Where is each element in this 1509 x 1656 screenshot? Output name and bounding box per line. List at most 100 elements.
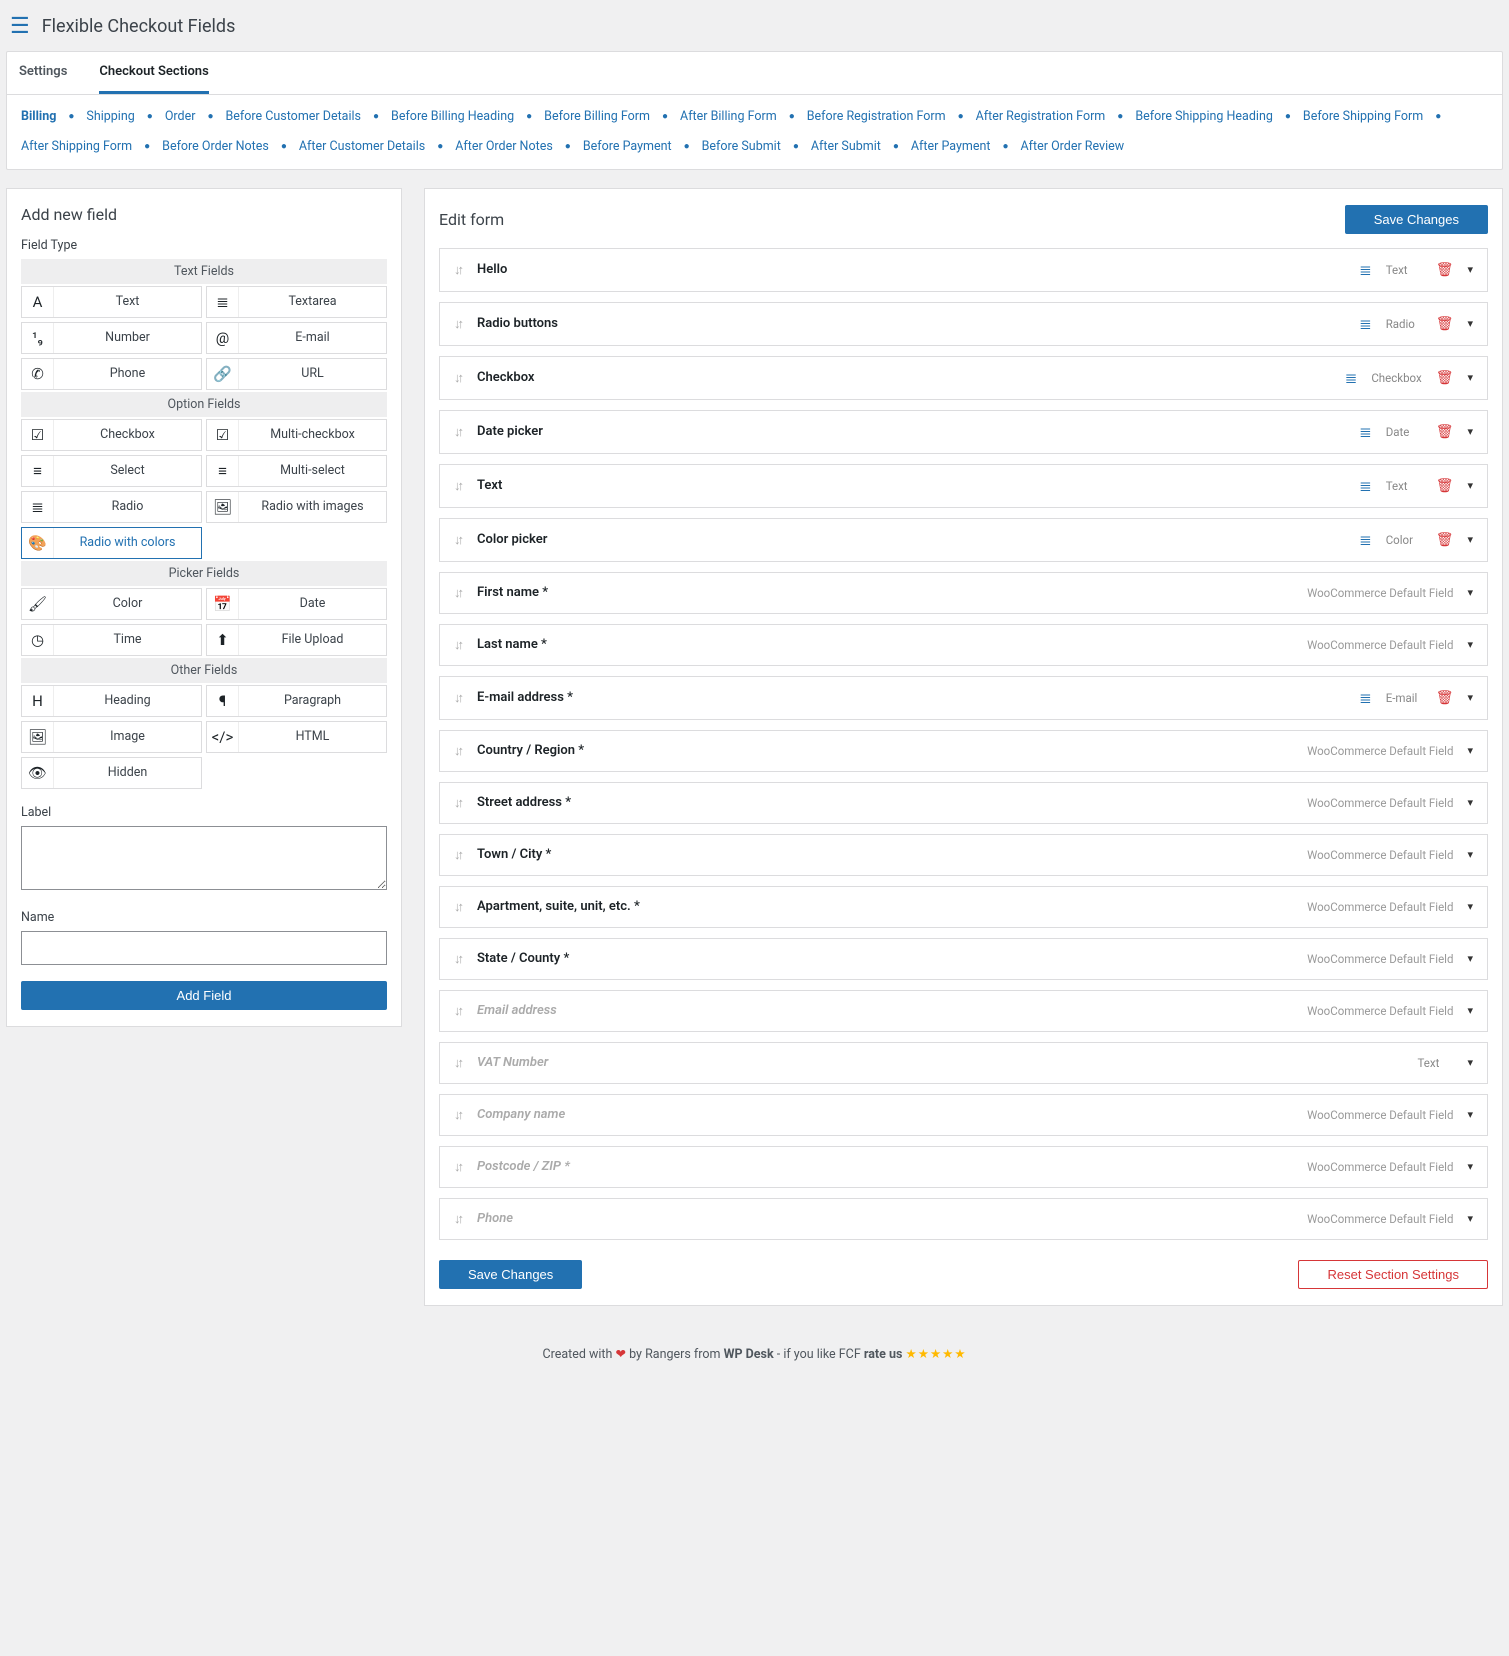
field-row[interactable]: ↓↑Country / Region *WooCommerce Default …: [439, 730, 1488, 772]
field-type-checkbox[interactable]: ☑Checkbox: [21, 419, 202, 451]
trash-icon[interactable]: 🗑: [1436, 532, 1454, 548]
sort-handle-icon[interactable]: ↓↑: [454, 795, 461, 811]
sort-handle-icon[interactable]: ↓↑: [454, 743, 461, 759]
section-link[interactable]: Before Customer Details: [226, 105, 362, 129]
section-link[interactable]: After Payment: [911, 135, 991, 159]
section-link[interactable]: Billing: [21, 105, 56, 129]
field-row[interactable]: ↓↑Postcode / ZIP *WooCommerce Default Fi…: [439, 1146, 1488, 1188]
section-link[interactable]: Before Shipping Heading: [1135, 105, 1273, 129]
sort-handle-icon[interactable]: ↓↑: [454, 532, 461, 548]
section-link[interactable]: Before Order Notes: [162, 135, 269, 159]
field-type-url[interactable]: 🔗URL: [206, 358, 387, 390]
field-type-select[interactable]: ≡Select: [21, 455, 202, 487]
section-link[interactable]: Shipping: [86, 105, 134, 129]
section-link[interactable]: Before Submit: [702, 135, 781, 159]
section-link[interactable]: Before Shipping Form: [1303, 105, 1423, 129]
section-link[interactable]: After Billing Form: [680, 105, 777, 129]
trash-icon[interactable]: 🗑: [1436, 690, 1454, 706]
field-row[interactable]: ↓↑Color picker≣Color🗑▾: [439, 518, 1488, 562]
section-link[interactable]: Before Payment: [583, 135, 672, 159]
sort-handle-icon[interactable]: ↓↑: [454, 637, 461, 653]
chevron-down-icon[interactable]: ▾: [1467, 1212, 1473, 1225]
field-type-heading[interactable]: HHeading: [21, 685, 202, 717]
section-link[interactable]: Before Billing Form: [544, 105, 650, 129]
tab-settings[interactable]: Settings: [19, 52, 67, 94]
field-row[interactable]: ↓↑Text≣Text🗑▾: [439, 464, 1488, 508]
field-row[interactable]: ↓↑State / County *WooCommerce Default Fi…: [439, 938, 1488, 980]
chevron-down-icon[interactable]: ▾: [1467, 744, 1473, 757]
field-type-time[interactable]: ◷Time: [21, 624, 202, 656]
chevron-down-icon[interactable]: ▾: [1467, 1160, 1473, 1173]
field-row[interactable]: ↓↑Radio buttons≣Radio🗑▾: [439, 302, 1488, 346]
chevron-down-icon[interactable]: ▾: [1467, 1004, 1473, 1017]
field-type-date[interactable]: 📅Date: [206, 588, 387, 620]
field-row[interactable]: ↓↑Company nameWooCommerce Default Field▾: [439, 1094, 1488, 1136]
sort-handle-icon[interactable]: ↓↑: [454, 847, 461, 863]
field-row[interactable]: ↓↑Date picker≣Date🗑▾: [439, 410, 1488, 454]
field-row[interactable]: ↓↑Hello≣Text🗑▾: [439, 248, 1488, 292]
trash-icon[interactable]: 🗑: [1436, 370, 1454, 386]
chevron-down-icon[interactable]: ▾: [1467, 586, 1473, 599]
sort-handle-icon[interactable]: ↓↑: [454, 585, 461, 601]
chevron-down-icon[interactable]: ▾: [1467, 533, 1473, 546]
field-type-radio-colors[interactable]: 🎨Radio with colors: [21, 527, 202, 559]
field-row[interactable]: ↓↑Email addressWooCommerce Default Field…: [439, 990, 1488, 1032]
section-link[interactable]: After Registration Form: [976, 105, 1106, 129]
field-type-paragraph[interactable]: ¶Paragraph: [206, 685, 387, 717]
sort-handle-icon[interactable]: ↓↑: [454, 899, 461, 915]
field-type-phone[interactable]: ✆Phone: [21, 358, 202, 390]
sort-handle-icon[interactable]: ↓↑: [454, 1159, 461, 1175]
section-link[interactable]: Order: [165, 105, 196, 129]
trash-icon[interactable]: 🗑: [1436, 262, 1454, 278]
field-row[interactable]: ↓↑First name *WooCommerce Default Field▾: [439, 572, 1488, 614]
trash-icon[interactable]: 🗑: [1436, 478, 1454, 494]
field-type-radio[interactable]: ≣Radio: [21, 491, 202, 523]
field-row[interactable]: ↓↑PhoneWooCommerce Default Field▾: [439, 1198, 1488, 1240]
sort-handle-icon[interactable]: ↓↑: [454, 1055, 461, 1071]
field-row[interactable]: ↓↑E-mail address *≣E-mail🗑▾: [439, 676, 1488, 720]
chevron-down-icon[interactable]: ▾: [1467, 952, 1473, 965]
field-type-hidden[interactable]: 👁Hidden: [21, 757, 202, 789]
field-row[interactable]: ↓↑VAT NumberText▾: [439, 1042, 1488, 1084]
sort-handle-icon[interactable]: ↓↑: [454, 1211, 461, 1227]
sort-handle-icon[interactable]: ↓↑: [454, 478, 461, 494]
field-row[interactable]: ↓↑Apartment, suite, unit, etc. *WooComme…: [439, 886, 1488, 928]
chevron-down-icon[interactable]: ▾: [1467, 900, 1473, 913]
chevron-down-icon[interactable]: ▾: [1467, 1056, 1473, 1069]
trash-icon[interactable]: 🗑: [1436, 424, 1454, 440]
section-link[interactable]: After Order Notes: [455, 135, 553, 159]
section-link[interactable]: After Submit: [811, 135, 881, 159]
save-changes-bottom[interactable]: Save Changes: [439, 1260, 582, 1289]
field-type-email[interactable]: @E-mail: [206, 322, 387, 354]
chevron-down-icon[interactable]: ▾: [1467, 848, 1473, 861]
sort-handle-icon[interactable]: ↓↑: [454, 424, 461, 440]
reset-section-button[interactable]: Reset Section Settings: [1298, 1260, 1488, 1289]
chevron-down-icon[interactable]: ▾: [1467, 796, 1473, 809]
trash-icon[interactable]: 🗑: [1436, 316, 1454, 332]
sort-handle-icon[interactable]: ↓↑: [454, 1003, 461, 1019]
chevron-down-icon[interactable]: ▾: [1467, 691, 1473, 704]
field-type-html[interactable]: </>HTML: [206, 721, 387, 753]
field-type-radio-images[interactable]: 🖼Radio with images: [206, 491, 387, 523]
name-input[interactable]: [21, 931, 387, 965]
label-input[interactable]: [21, 826, 387, 890]
section-link[interactable]: After Order Review: [1021, 135, 1125, 159]
sort-handle-icon[interactable]: ↓↑: [454, 1107, 461, 1123]
save-changes-top[interactable]: Save Changes: [1345, 205, 1488, 234]
field-type-file-upload[interactable]: ⬆File Upload: [206, 624, 387, 656]
field-type-textarea[interactable]: ≣Textarea: [206, 286, 387, 318]
sort-handle-icon[interactable]: ↓↑: [454, 316, 461, 332]
sort-handle-icon[interactable]: ↓↑: [454, 370, 461, 386]
field-type-multi-checkbox[interactable]: ☑Multi-checkbox: [206, 419, 387, 451]
chevron-down-icon[interactable]: ▾: [1467, 638, 1473, 651]
sort-handle-icon[interactable]: ↓↑: [454, 690, 461, 706]
field-row[interactable]: ↓↑Town / City *WooCommerce Default Field…: [439, 834, 1488, 876]
section-link[interactable]: After Shipping Form: [21, 135, 132, 159]
chevron-down-icon[interactable]: ▾: [1467, 479, 1473, 492]
sort-handle-icon[interactable]: ↓↑: [454, 951, 461, 967]
tab-checkout-sections[interactable]: Checkout Sections: [99, 52, 208, 94]
field-type-image[interactable]: 🖼Image: [21, 721, 202, 753]
chevron-down-icon[interactable]: ▾: [1467, 263, 1473, 276]
section-link[interactable]: Before Billing Heading: [391, 105, 514, 129]
field-type-text[interactable]: AText: [21, 286, 202, 318]
